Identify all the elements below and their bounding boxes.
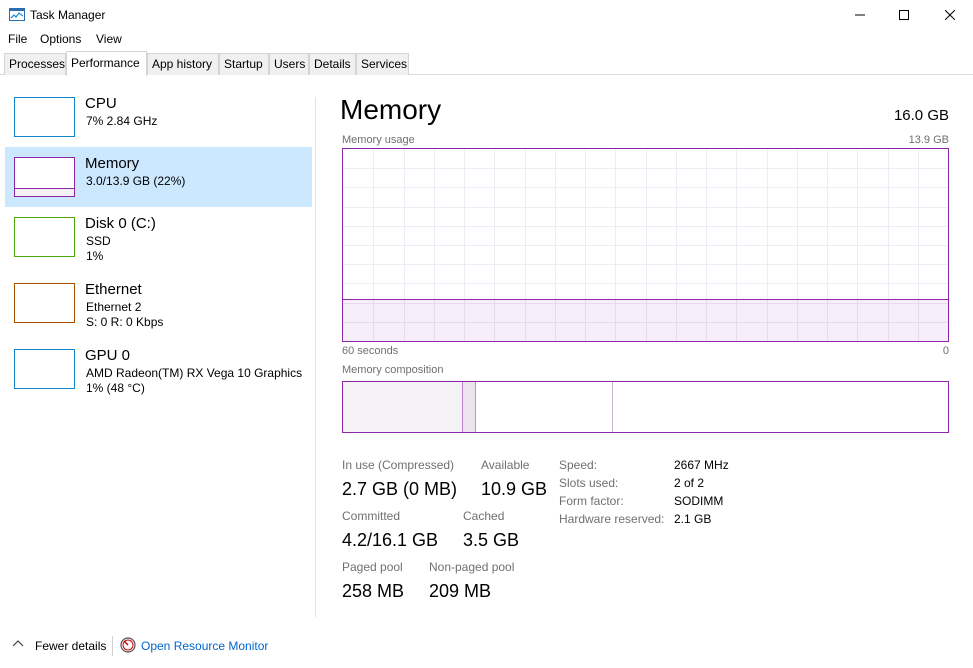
composition-modified xyxy=(462,382,475,432)
tab-performance[interactable]: Performance xyxy=(66,51,147,76)
available-label: Available xyxy=(481,458,530,472)
window-title: Task Manager xyxy=(30,8,106,22)
sidebar-item-cpu[interactable]: CPU 7% 2.84 GHz xyxy=(5,87,312,147)
sidebar-item-subtitle: Ethernet 2 xyxy=(86,300,142,314)
maximize-button[interactable] xyxy=(881,0,927,30)
cpu-thumbnail xyxy=(14,97,75,137)
speed-value: 2667 MHz xyxy=(674,458,729,472)
usage-graph-max: 13.9 GB xyxy=(908,134,949,146)
time-axis-end: 0 xyxy=(942,345,949,357)
sidebar-item-title: Memory xyxy=(85,155,140,172)
composition-graph-label: Memory composition xyxy=(342,364,444,376)
form-factor-label: Form factor: xyxy=(559,494,624,508)
sidebar-item-ethernet[interactable]: Ethernet Ethernet 2 S: 0 R: 0 Kbps xyxy=(5,273,312,333)
footer-separator xyxy=(112,636,113,656)
sidebar-item-detail: 1% xyxy=(86,249,104,263)
slots-used-value: 2 of 2 xyxy=(674,476,705,490)
menu-options[interactable]: Options xyxy=(40,32,81,46)
tab-processes[interactable]: Processes xyxy=(4,53,66,75)
sidebar-item-detail: S: 0 R: 0 Kbps xyxy=(86,315,164,329)
usage-fill xyxy=(343,299,948,341)
sidebar-item-title: Ethernet xyxy=(85,281,142,298)
sidebar-item-title: Disk 0 (C:) xyxy=(85,215,156,232)
disk-thumbnail xyxy=(14,217,75,257)
tab-startup[interactable]: Startup xyxy=(219,53,269,75)
sidebar-item-subtitle: 3.0/13.9 GB (22%) xyxy=(86,174,186,188)
footer: Fewer details Open Resource Monitor xyxy=(0,630,973,660)
in-use-value: 2.7 GB (0 MB) xyxy=(342,479,458,499)
tab-app-history[interactable]: App history xyxy=(147,53,219,75)
menu-bar: File Options View xyxy=(0,30,973,50)
sidebar-item-subtitle: AMD Radeon(TM) RX Vega 10 Graphics xyxy=(86,366,303,380)
usage-graph-canvas xyxy=(343,149,948,341)
maximize-icon xyxy=(899,10,909,20)
in-use-label: In use (Compressed) xyxy=(342,458,455,472)
paged-pool-label: Paged pool xyxy=(342,560,403,574)
page-title: Memory xyxy=(340,94,442,125)
sidebar-item-subtitle: 7% 2.84 GHz xyxy=(86,114,158,128)
resource-monitor-icon xyxy=(120,637,136,653)
tab-details[interactable]: Details xyxy=(309,53,356,75)
paged-pool-value: 258 MB xyxy=(342,581,405,601)
committed-value: 4.2/16.1 GB xyxy=(342,530,439,550)
speed-label: Speed: xyxy=(559,458,598,472)
title-bar: Task Manager xyxy=(0,0,973,30)
tab-bar: Processes Performance App history Startu… xyxy=(0,51,973,76)
sidebar-item-memory[interactable]: Memory 3.0/13.9 GB (22%) xyxy=(5,147,312,207)
tab-users[interactable]: Users xyxy=(269,53,309,75)
memory-composition-graph xyxy=(342,381,949,433)
menu-view[interactable]: View xyxy=(96,32,122,46)
memory-usage-graph xyxy=(342,148,949,342)
form-factor-value: SODIMM xyxy=(674,494,724,508)
sidebar-item-gpu[interactable]: GPU 0 AMD Radeon(TM) RX Vega 10 Graphics… xyxy=(5,339,312,399)
panel-divider xyxy=(315,97,316,617)
minimize-button[interactable] xyxy=(837,0,883,30)
task-manager-icon xyxy=(9,8,25,21)
chevron-up-icon[interactable] xyxy=(12,638,24,648)
ethernet-thumbnail xyxy=(14,283,75,323)
composition-in-use xyxy=(343,382,462,432)
cached-label: Cached xyxy=(463,509,505,523)
hardware-reserved-value: 2.1 GB xyxy=(674,512,712,526)
slots-used-label: Slots used: xyxy=(559,476,619,490)
time-axis-start: 60 seconds xyxy=(342,345,399,357)
usage-graph-label: Memory usage xyxy=(342,134,415,146)
tab-services[interactable]: Services xyxy=(356,53,409,75)
fewer-details-button[interactable]: Fewer details xyxy=(35,639,106,653)
menu-file[interactable]: File xyxy=(8,32,27,46)
open-resource-monitor-link[interactable]: Open Resource Monitor xyxy=(141,639,268,653)
cached-value: 3.5 GB xyxy=(463,530,520,550)
sidebar-item-title: GPU 0 xyxy=(85,347,131,364)
available-value: 10.9 GB xyxy=(481,479,548,499)
sidebar-item-disk[interactable]: Disk 0 (C:) SSD 1% xyxy=(5,207,312,267)
non-paged-pool-label: Non-paged pool xyxy=(429,560,515,574)
committed-label: Committed xyxy=(342,509,401,523)
close-icon xyxy=(945,10,955,20)
hardware-reserved-label: Hardware reserved: xyxy=(559,512,665,526)
sidebar-item-subtitle: SSD xyxy=(86,234,111,248)
total-memory: 16.0 GB xyxy=(893,107,949,124)
composition-graph-canvas xyxy=(343,382,948,432)
non-paged-pool-value: 209 MB xyxy=(429,581,492,601)
close-button[interactable] xyxy=(927,0,973,30)
minimize-icon xyxy=(855,14,865,16)
sidebar-item-title: CPU xyxy=(85,95,117,112)
composition-standby xyxy=(475,382,612,432)
sidebar-item-detail: 1% (48 °C) xyxy=(86,381,145,395)
composition-free xyxy=(612,382,948,432)
memory-thumbnail xyxy=(14,157,75,197)
gpu-thumbnail xyxy=(14,349,75,389)
